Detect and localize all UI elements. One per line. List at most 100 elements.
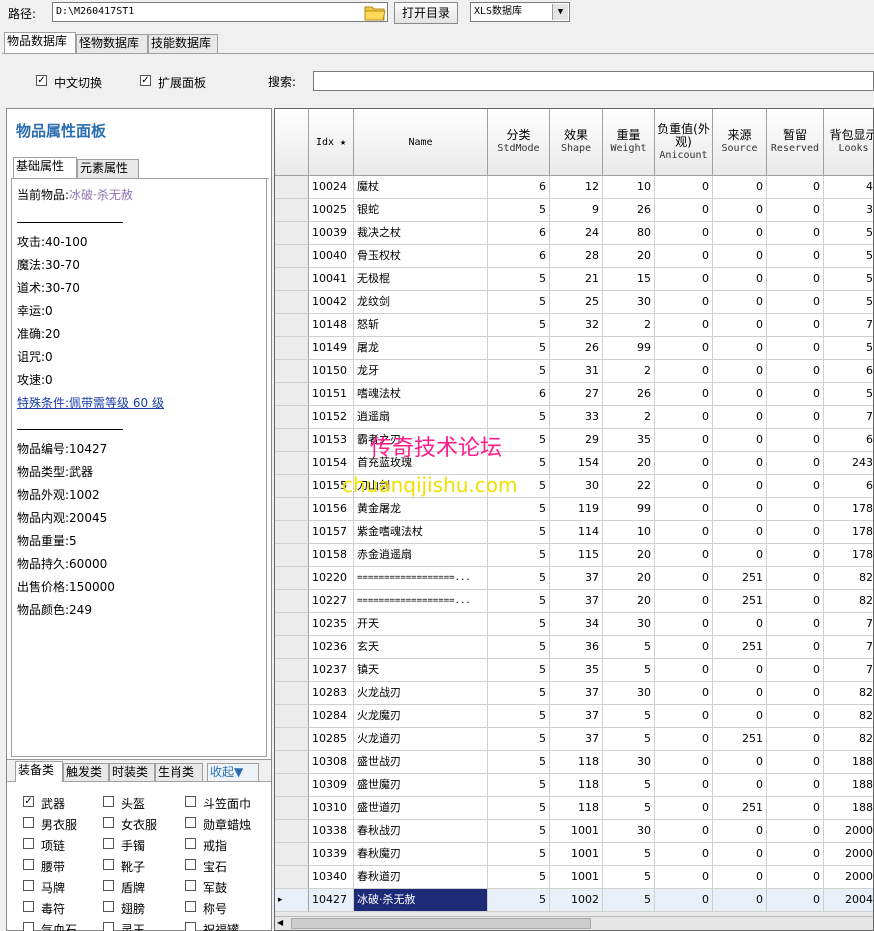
header-col-stdmode[interactable]: 分类 StdMode: [488, 109, 550, 176]
table-row[interactable]: 10227==================...5372002510828: [275, 590, 873, 613]
table-cell[interactable]: 0: [655, 636, 713, 659]
table-cell[interactable]: 29: [550, 429, 603, 452]
table-cell[interactable]: 5: [603, 636, 655, 659]
table-cell[interactable]: 0: [767, 751, 824, 774]
tab-zodiac[interactable]: 生肖类: [155, 763, 203, 782]
table-cell[interactable]: 5: [488, 728, 550, 751]
table-cell[interactable]: 0: [767, 245, 824, 268]
table-cell[interactable]: 20000: [824, 820, 873, 843]
table-cell[interactable]: 0: [767, 544, 824, 567]
table-cell[interactable]: 0: [655, 797, 713, 820]
table-row[interactable]: 10153霸者之刃5293500065: [275, 429, 873, 452]
tab-monsters[interactable]: 怪物数据库: [76, 34, 148, 53]
row-selector[interactable]: [275, 429, 309, 452]
table-cell[interactable]: 5: [488, 337, 550, 360]
table-cell[interactable]: 5: [488, 590, 550, 613]
table-cell[interactable]: 逍遥扇: [354, 406, 488, 429]
chevron-down-icon[interactable]: ▼: [552, 4, 568, 20]
table-cell[interactable]: 0: [713, 843, 767, 866]
table-cell[interactable]: 9: [550, 199, 603, 222]
table-cell[interactable]: 37: [550, 728, 603, 751]
table-cell[interactable]: 65: [824, 429, 873, 452]
table-cell[interactable]: 5: [488, 751, 550, 774]
table-cell[interactable]: 1880: [824, 774, 873, 797]
row-selector[interactable]: [275, 797, 309, 820]
table-row[interactable]: 10308盛世战刃5118300001880: [275, 751, 873, 774]
table-cell[interactable]: 72: [824, 613, 873, 636]
table-cell[interactable]: 5: [603, 705, 655, 728]
search-input[interactable]: [313, 71, 874, 91]
table-cell[interactable]: 35: [550, 659, 603, 682]
row-selector[interactable]: [275, 383, 309, 406]
table-row[interactable]: 10284火龙魔刃5375000828: [275, 705, 873, 728]
row-selector[interactable]: [275, 314, 309, 337]
table-cell[interactable]: 154: [550, 452, 603, 475]
table-cell[interactable]: 0: [655, 176, 713, 199]
category-checkbox[interactable]: [103, 922, 114, 931]
open-dir-button[interactable]: 打开目录: [394, 2, 458, 24]
row-selector[interactable]: [275, 659, 309, 682]
header-col-source[interactable]: 来源 Source: [713, 109, 767, 176]
table-cell[interactable]: 0: [713, 360, 767, 383]
table-cell[interactable]: 春秋道刃: [354, 866, 488, 889]
table-cell[interactable]: 5: [603, 889, 655, 912]
db-select[interactable]: XLS数据库 ▼: [470, 2, 570, 22]
category-checkbox[interactable]: [103, 901, 114, 912]
table-cell[interactable]: 10150: [309, 360, 354, 383]
table-cell[interactable]: 5: [488, 268, 550, 291]
table-cell[interactable]: 5: [488, 199, 550, 222]
row-selector[interactable]: [275, 843, 309, 866]
table-cell[interactable]: 0: [655, 889, 713, 912]
table-cell[interactable]: 0: [713, 866, 767, 889]
table-cell[interactable]: 5: [488, 659, 550, 682]
table-row[interactable]: 10156黄金屠龙5119990001787: [275, 498, 873, 521]
table-cell[interactable]: 盛世战刃: [354, 751, 488, 774]
tab-basic-attributes[interactable]: 基础属性: [13, 157, 77, 178]
tab-element-attributes[interactable]: 元素属性: [77, 159, 139, 178]
table-cell[interactable]: 10: [603, 521, 655, 544]
table-row[interactable]: 10285火龙道刃537502510828: [275, 728, 873, 751]
table-cell[interactable]: 0: [713, 820, 767, 843]
table-cell[interactable]: 0: [767, 360, 824, 383]
table-cell[interactable]: 5: [603, 866, 655, 889]
table-cell[interactable]: 30: [603, 820, 655, 843]
table-cell[interactable]: 银蛇: [354, 199, 488, 222]
table-row[interactable]: 10025银蛇592600038: [275, 199, 873, 222]
table-cell[interactable]: 10039: [309, 222, 354, 245]
horizontal-scrollbar[interactable]: ◀: [275, 916, 873, 930]
table-cell[interactable]: 5: [488, 544, 550, 567]
table-cell[interactable]: 5: [488, 797, 550, 820]
table-cell[interactable]: 0: [655, 360, 713, 383]
table-cell[interactable]: 10041: [309, 268, 354, 291]
table-cell[interactable]: 10227: [309, 590, 354, 613]
table-cell[interactable]: 1001: [550, 866, 603, 889]
row-selector[interactable]: [275, 728, 309, 751]
table-cell[interactable]: 42: [824, 176, 873, 199]
special-condition-link[interactable]: 特殊条件:佩带需等级 60 级: [17, 394, 164, 411]
category-checkbox[interactable]: [103, 859, 114, 870]
category-checkbox[interactable]: [103, 817, 114, 828]
category-checkbox[interactable]: [185, 922, 196, 931]
table-cell[interactable]: 5: [488, 820, 550, 843]
table-row[interactable]: 10220==================...5372002510828: [275, 567, 873, 590]
header-col-anicount[interactable]: 负重值(外观) Anicount: [655, 109, 713, 176]
table-cell[interactable]: 骨玉权杖: [354, 245, 488, 268]
row-selector[interactable]: [275, 406, 309, 429]
table-cell[interactable]: 2: [603, 360, 655, 383]
table-cell[interactable]: 251: [713, 636, 767, 659]
table-cell[interactable]: 37: [550, 567, 603, 590]
table-cell[interactable]: 10157: [309, 521, 354, 544]
table-cell[interactable]: 0: [655, 613, 713, 636]
row-selector[interactable]: [275, 544, 309, 567]
table-cell[interactable]: 20000: [824, 866, 873, 889]
table-row[interactable]: 10283火龙战刃53730000828: [275, 682, 873, 705]
table-cell[interactable]: 1787: [824, 498, 873, 521]
table-cell[interactable]: 2: [603, 406, 655, 429]
table-cell[interactable]: 38: [824, 199, 873, 222]
category-checkbox[interactable]: [23, 859, 34, 870]
table-cell[interactable]: 0: [767, 406, 824, 429]
table-cell[interactable]: 0: [713, 521, 767, 544]
table-cell[interactable]: 0: [767, 613, 824, 636]
table-cell[interactable]: 0: [713, 774, 767, 797]
table-row[interactable]: 10148怒斩532200070: [275, 314, 873, 337]
